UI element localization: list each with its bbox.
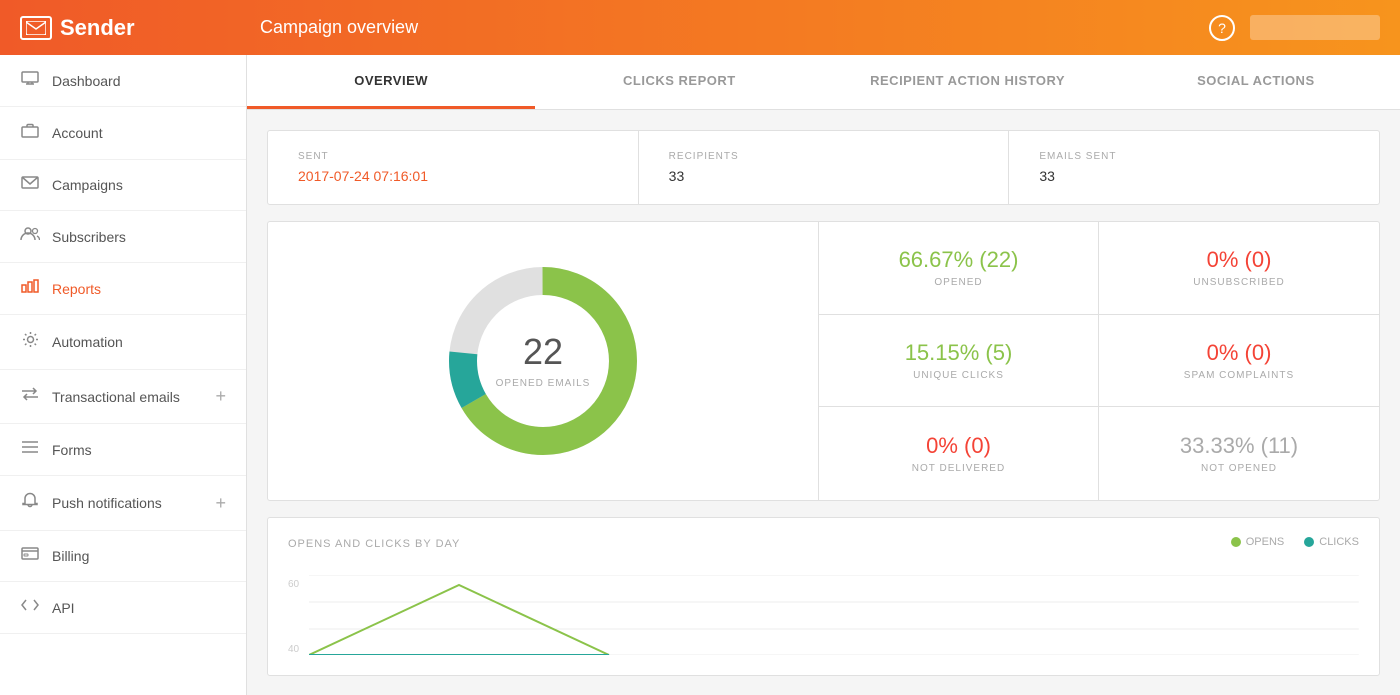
metrics-grid: 66.67% (22) OPENED 0% (0) UNSUBSCRIBED 15.15… [818,222,1379,500]
sidebar-item-api[interactable]: API [0,582,246,634]
chart-title: OPENS AND CLICKS BY DAY [288,538,460,550]
sidebar-item-account[interactable]: Account [0,107,246,160]
sidebar-item-billing[interactable]: Billing [0,531,246,582]
clicks-label: CLICKS [1319,536,1359,548]
list-icon [20,440,40,459]
metric-label-5: NOT OPENED [1201,463,1277,474]
stat-emails-value: 33 [1039,168,1349,184]
metric-3: 0% (0) SPAM COMPLAINTS [1099,315,1379,408]
credit-card-icon [20,547,40,565]
donut-section: 22 OPENED EMAILS [268,222,818,500]
legend-opens: OPENS [1231,536,1285,548]
sidebar-item-subscribers[interactable]: Subscribers [0,211,246,263]
tabs: OVERVIEWCLICKS REPORTRECIPIENT ACTION HI… [247,55,1400,110]
stat-sent: SENT 2017-07-24 07:16:01 [268,131,639,204]
layout: Dashboard Account Campaigns Subscribers Repo… [0,55,1400,695]
stats-bar: SENT 2017-07-24 07:16:01 RECIPIENTS 33 E… [267,130,1380,205]
sidebar-label-dashboard: Dashboard [52,73,121,89]
sidebar-item-reports[interactable]: Reports [0,263,246,315]
legend-clicks: CLICKS [1304,536,1359,548]
sidebar-label-transactional: Transactional emails [52,389,180,405]
main-content: OVERVIEWCLICKS REPORTRECIPIENT ACTION HI… [247,55,1400,695]
metric-label-0: OPENED [934,277,982,288]
envelope-icon [20,176,40,194]
metric-percent-3: 0% (0) [1207,340,1272,366]
code-icon [20,598,40,617]
page-title: Campaign overview [260,17,1209,38]
sidebar-item-automation[interactable]: Automation [0,315,246,370]
stat-emails-label: EMAILS SENT [1039,151,1349,162]
metric-percent-4: 0% (0) [926,433,991,459]
tab-recipient[interactable]: RECIPIENT ACTION HISTORY [824,55,1112,109]
bar-chart-icon [20,279,40,298]
donut-chart: 22 OPENED EMAILS [443,261,643,461]
sidebar-label-campaigns: Campaigns [52,177,123,193]
chart-legend: OPENS CLICKS [1231,536,1359,548]
y-label-60: 60 [288,579,299,590]
stat-recipients-value: 33 [669,168,979,184]
sidebar-item-dashboard[interactable]: Dashboard [0,55,246,107]
metric-label-4: NOT DELIVERED [912,463,1005,474]
sidebar-item-campaigns[interactable]: Campaigns [0,160,246,211]
metric-0: 66.67% (22) OPENED [819,222,1099,315]
stat-recipients: RECIPIENTS 33 [639,131,1010,204]
tab-overview[interactable]: OVERVIEW [247,55,535,109]
people-icon [20,227,40,246]
metric-2: 15.15% (5) UNIQUE CLICKS [819,315,1099,408]
header-actions: ? [1209,15,1380,41]
chart-svg [309,575,1359,655]
tab-social[interactable]: SOCIAL ACTIONS [1112,55,1400,109]
sidebar-label-push: Push notifications [52,495,162,511]
sidebar-label-reports: Reports [52,281,101,297]
stat-sent-label: SENT [298,151,608,162]
metric-label-2: UNIQUE CLICKS [913,370,1004,381]
bell-icon [20,492,40,514]
chart-card: OPENS AND CLICKS BY DAY OPENS CLICKS [267,517,1380,676]
search-input[interactable] [1250,15,1380,40]
transactional-plus-icon[interactable]: + [215,386,226,407]
donut-number: 22 [496,331,591,373]
stat-emails-sent: EMAILS SENT 33 [1009,131,1379,204]
metric-label-3: SPAM COMPLAINTS [1184,370,1294,381]
metric-percent-2: 15.15% (5) [905,340,1013,366]
sidebar-item-forms[interactable]: Forms [0,424,246,476]
clicks-dot [1304,537,1314,547]
sidebar-label-api: API [52,600,75,616]
briefcase-icon [20,123,40,143]
opens-dot [1231,537,1241,547]
donut-label: OPENED EMAILS [496,378,591,389]
logo-icon [20,16,52,40]
logo: Sender [20,15,260,41]
metric-percent-5: 33.33% (11) [1180,433,1298,459]
tab-clicks[interactable]: CLICKS REPORT [535,55,823,109]
logo-text: Sender [60,15,135,41]
overview-card: 22 OPENED EMAILS 66.67% (22) OPENED 0% (0)… [267,221,1380,501]
y-label-40: 40 [288,644,299,655]
metric-1: 0% (0) UNSUBSCRIBED [1099,222,1379,315]
content-area: SENT 2017-07-24 07:16:01 RECIPIENTS 33 E… [247,110,1400,695]
stat-sent-value: 2017-07-24 07:16:01 [298,168,608,184]
sidebar-label-forms: Forms [52,442,92,458]
sidebar-item-push[interactable]: Push notifications + [0,476,246,531]
metric-percent-0: 66.67% (22) [899,247,1019,273]
sidebar-label-account: Account [52,125,103,141]
metric-label-1: UNSUBSCRIBED [1193,277,1284,288]
push-plus-icon[interactable]: + [215,493,226,514]
gear-icon [20,331,40,353]
header: Sender Campaign overview ? [0,0,1400,55]
sidebar-label-automation: Automation [52,334,123,350]
metric-5: 33.33% (11) NOT OPENED [1099,407,1379,500]
stat-recipients-label: RECIPIENTS [669,151,979,162]
donut-center: 22 OPENED EMAILS [496,331,591,391]
opens-label: OPENS [1246,536,1285,548]
sidebar-label-billing: Billing [52,548,89,564]
monitor-icon [20,71,40,90]
metric-percent-1: 0% (0) [1207,247,1272,273]
metric-4: 0% (0) NOT DELIVERED [819,407,1099,500]
arrows-icon [20,387,40,406]
sidebar-item-transactional[interactable]: Transactional emails + [0,370,246,424]
help-button[interactable]: ? [1209,15,1235,41]
sidebar: Dashboard Account Campaigns Subscribers Repo… [0,55,247,695]
sidebar-label-subscribers: Subscribers [52,229,126,245]
